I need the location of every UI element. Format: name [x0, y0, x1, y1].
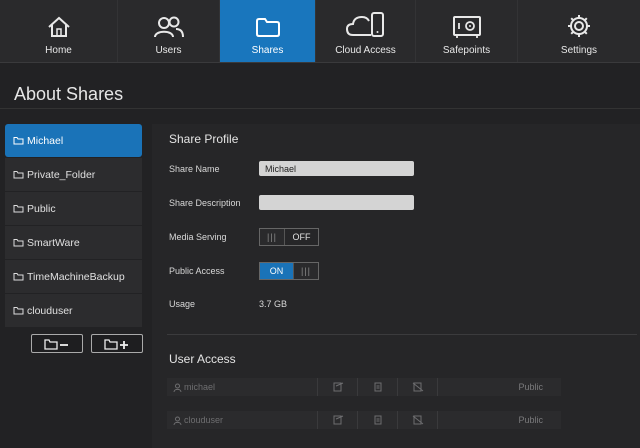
- folder-icon: [13, 171, 24, 179]
- share-description-label: Share Description: [169, 198, 241, 208]
- user-name: michael: [167, 382, 317, 392]
- document-icon: [374, 415, 381, 425]
- share-item-label: Public: [27, 202, 56, 215]
- top-nav: Home Users Shares Cloud Access Safepoint…: [0, 0, 640, 63]
- public-access-label: Public Access: [169, 266, 225, 276]
- user-name-label: clouduser: [184, 415, 224, 425]
- share-item-label: TimeMachineBackup: [27, 270, 125, 283]
- full-access-button[interactable]: [317, 411, 357, 429]
- deny-access-button[interactable]: [397, 411, 438, 429]
- remove-share-button[interactable]: [31, 334, 83, 353]
- nav-home-label: Home: [45, 45, 72, 56]
- read-only-button[interactable]: [357, 378, 397, 396]
- folder-icon: [13, 137, 24, 145]
- share-item-clouduser[interactable]: clouduser: [5, 294, 142, 327]
- nav-safepoints-label: Safepoints: [442, 45, 491, 56]
- user-name-label: michael: [184, 382, 216, 392]
- media-serving-label: Media Serving: [169, 232, 227, 242]
- nav-settings[interactable]: Settings: [518, 0, 640, 62]
- user-access-title: User Access: [169, 352, 236, 366]
- share-name-label: Share Name: [169, 164, 220, 174]
- folder-icon: [13, 307, 24, 315]
- folder-minus-icon: [44, 338, 68, 350]
- user-access-row: clouduser Public: [167, 411, 561, 429]
- user-access-row: michael Public: [167, 378, 561, 396]
- full-access-button[interactable]: [317, 378, 357, 396]
- share-details-panel: Share Profile Share Name Share Descripti…: [152, 124, 640, 448]
- safe-icon: [452, 16, 481, 38]
- nav-cloud-access-label: Cloud Access: [335, 45, 396, 56]
- toggle-state: OFF: [292, 232, 311, 242]
- nav-users-label: Users: [155, 45, 182, 56]
- permission-buttons: [317, 378, 438, 396]
- edit-doc-icon: [333, 382, 343, 392]
- permission-buttons: [317, 411, 438, 429]
- section-divider: [167, 334, 637, 335]
- no-access-icon: [412, 415, 423, 425]
- share-name-input[interactable]: [259, 161, 414, 176]
- nav-shares-label: Shares: [251, 45, 284, 56]
- cloud-device-icon: [345, 12, 384, 37]
- usage-value: 3.7 GB: [259, 299, 288, 309]
- title-divider: [0, 108, 640, 109]
- no-access-icon: [412, 382, 423, 392]
- user-icon: [173, 383, 182, 392]
- nav-settings-label: Settings: [560, 45, 598, 56]
- share-list: Michael Private_Folder Public SmartWare …: [5, 124, 142, 328]
- toggle-grip: |||: [293, 263, 318, 279]
- share-actions: [31, 334, 143, 353]
- nav-home[interactable]: Home: [0, 0, 118, 62]
- share-item-label: clouduser: [27, 304, 73, 317]
- folder-icon: [13, 205, 24, 213]
- user-access-level: Public: [518, 382, 543, 392]
- folder-icon: [255, 18, 280, 37]
- toggle-state: ON: [260, 263, 293, 279]
- share-profile-title: Share Profile: [169, 132, 239, 146]
- folder-icon: [13, 273, 24, 281]
- share-item-smartware[interactable]: SmartWare: [5, 226, 142, 259]
- nav-users[interactable]: Users: [118, 0, 220, 62]
- home-icon: [47, 16, 70, 37]
- user-icon: [173, 416, 182, 425]
- share-item-public[interactable]: Public: [5, 192, 142, 225]
- media-serving-toggle[interactable]: ||| OFF: [259, 228, 319, 246]
- gear-icon: [568, 15, 590, 37]
- share-description-input[interactable]: [259, 195, 414, 210]
- usage-label: Usage: [169, 299, 196, 309]
- share-item-michael[interactable]: Michael: [5, 124, 142, 157]
- read-only-button[interactable]: [357, 411, 397, 429]
- nav-cloud-access[interactable]: Cloud Access: [316, 0, 416, 62]
- share-item-timemachinebackup[interactable]: TimeMachineBackup: [5, 260, 142, 293]
- public-access-toggle[interactable]: ON |||: [259, 262, 319, 280]
- nav-safepoints[interactable]: Safepoints: [416, 0, 518, 62]
- share-item-label: SmartWare: [27, 236, 80, 249]
- folder-plus-icon: [104, 338, 128, 350]
- folder-icon: [13, 239, 24, 247]
- page-title: About Shares: [14, 84, 124, 104]
- user-name: clouduser: [167, 415, 317, 425]
- share-item-label: Private_Folder: [27, 168, 96, 181]
- share-item-private-folder[interactable]: Private_Folder: [5, 158, 142, 191]
- toggle-grip: |||: [260, 229, 285, 245]
- nav-shares[interactable]: Shares: [220, 0, 316, 62]
- edit-doc-icon: [333, 415, 343, 425]
- add-share-button[interactable]: [91, 334, 143, 353]
- document-icon: [374, 382, 381, 392]
- user-access-level: Public: [518, 415, 543, 425]
- deny-access-button[interactable]: [397, 378, 438, 396]
- share-item-label: Michael: [27, 134, 64, 147]
- users-icon: [153, 16, 184, 38]
